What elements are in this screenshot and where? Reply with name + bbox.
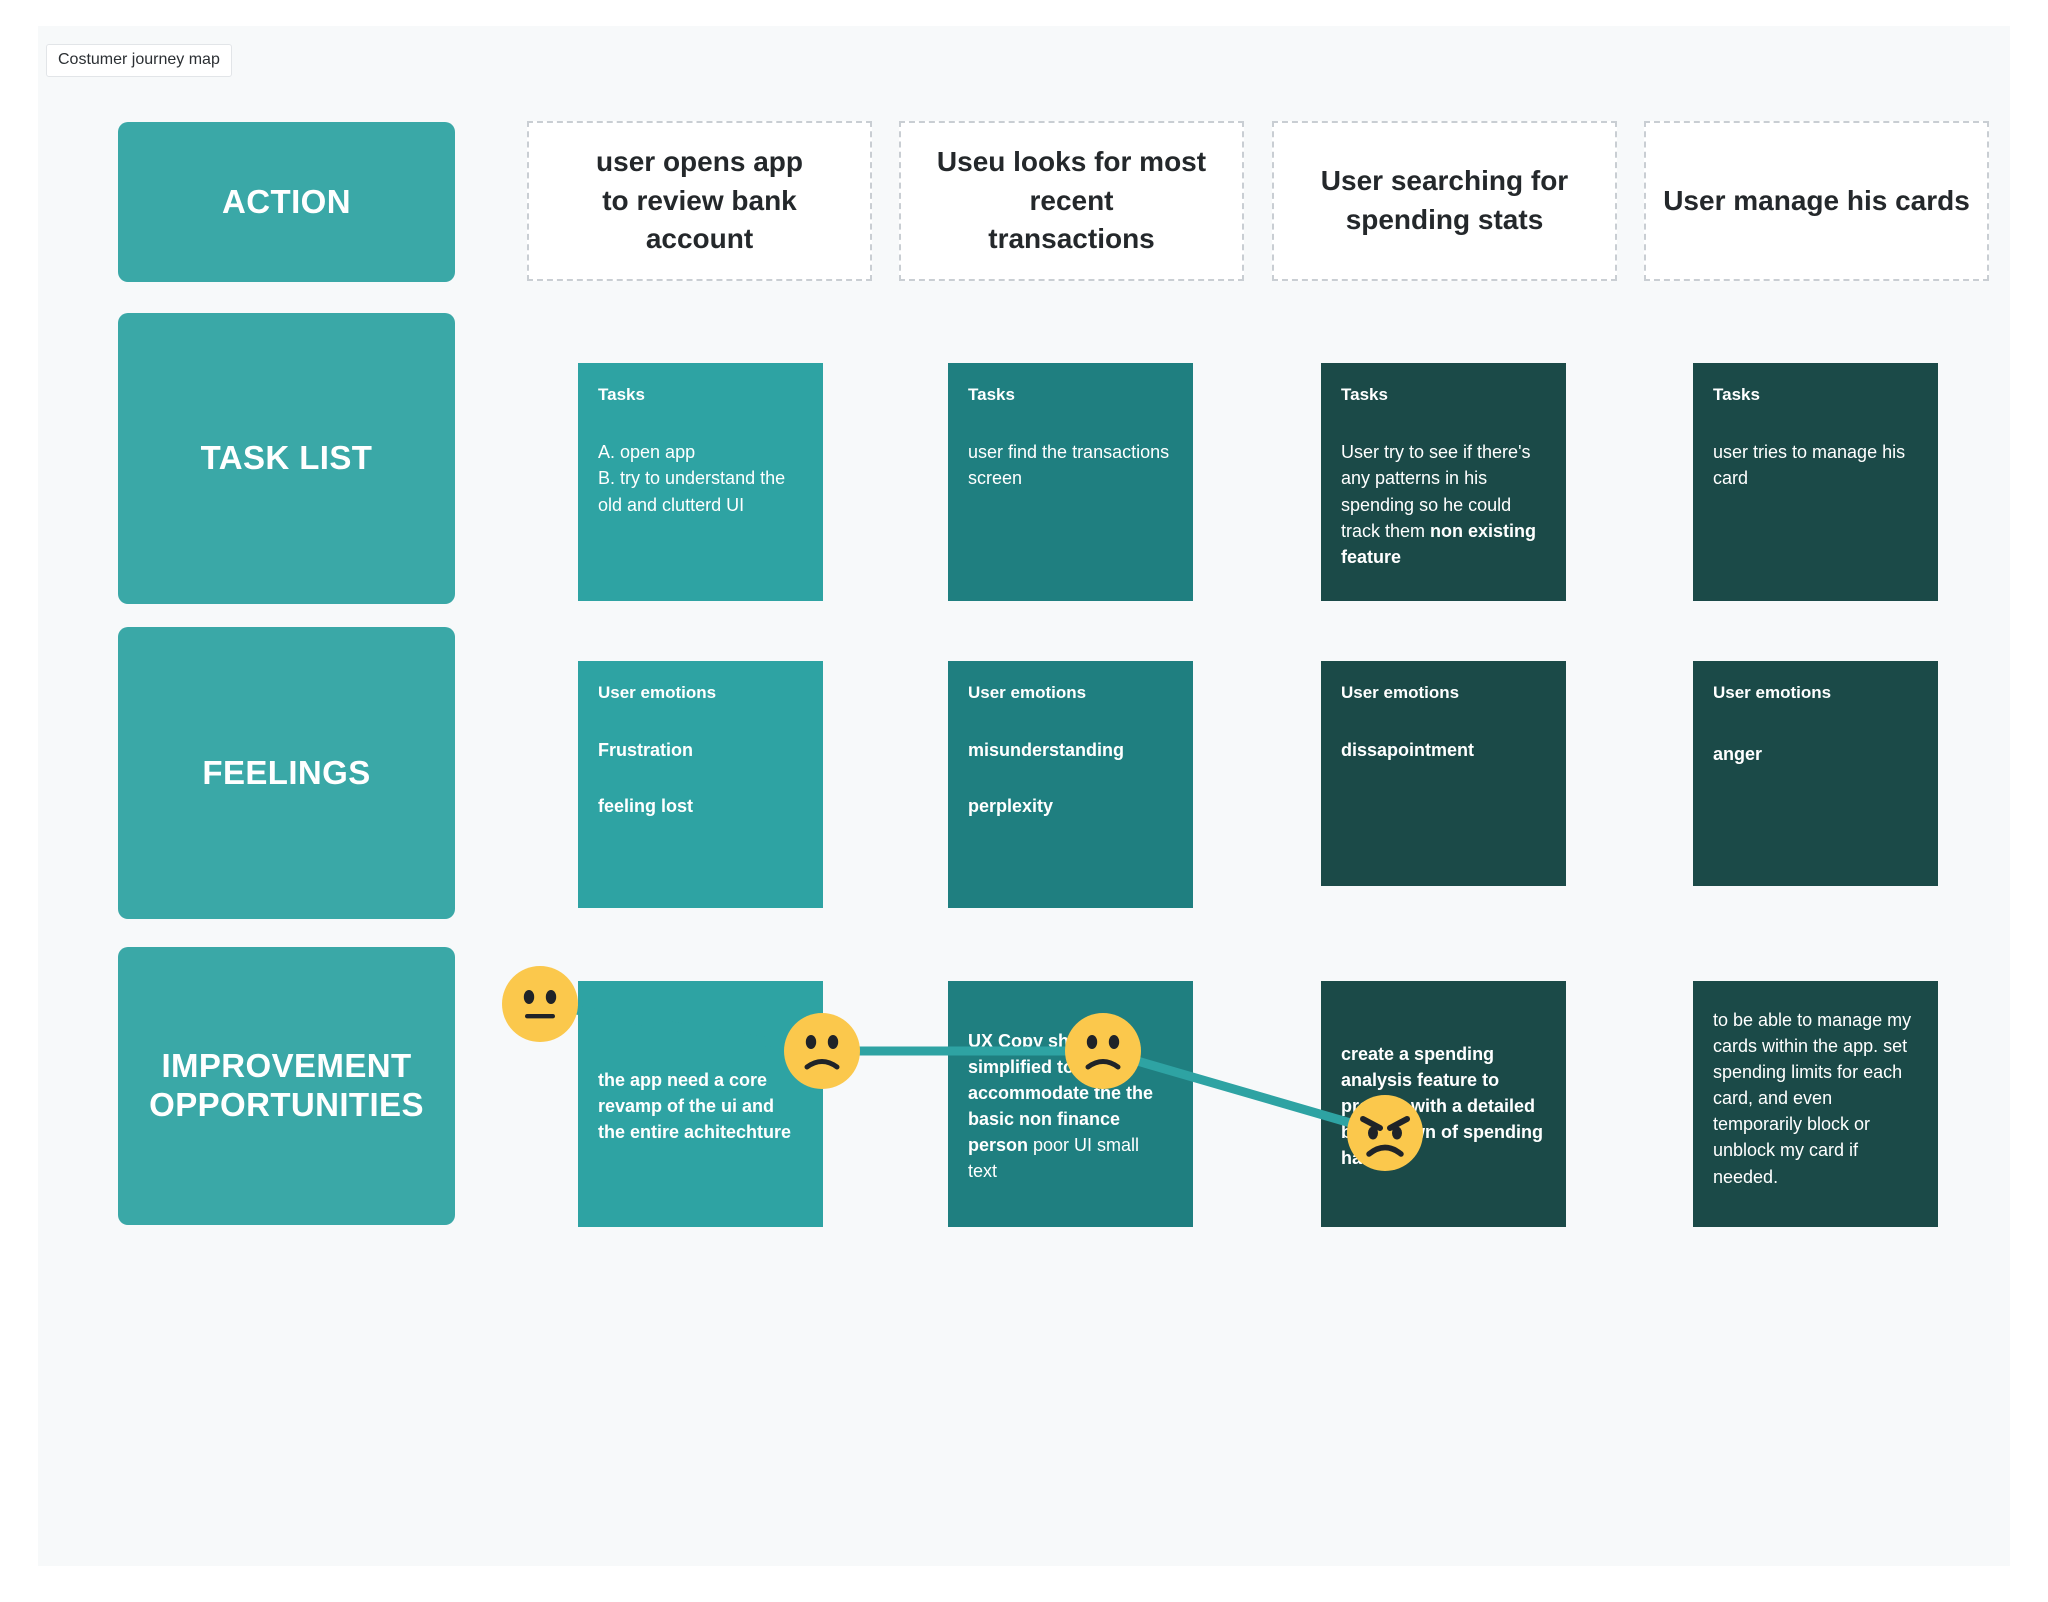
task-card-2-title: Tasks [968, 385, 1173, 405]
emoji-frowning-face-2 [1065, 1013, 1141, 1089]
improvement-card-1-body: the app need a core revamp of the ui and… [598, 1067, 803, 1145]
feelings-card-1[interactable]: User emotions Frustration feeling lost [578, 661, 823, 908]
task-card-4-title: Tasks [1713, 385, 1918, 405]
row-label-task-list[interactable]: TASK LIST [118, 313, 455, 604]
row-label-improvement-text: IMPROVEMENT OPPORTUNITIES [139, 1047, 434, 1125]
action-card-4-text: User manage his cards [1647, 182, 1986, 221]
board-title-chip[interactable]: Costumer journey map [46, 44, 232, 77]
feelings-card-3[interactable]: User emotions dissapointment [1321, 661, 1566, 886]
action-card-2[interactable]: Useu looks for most recent transactions [899, 121, 1244, 281]
feelings-card-1-title: User emotions [598, 683, 803, 703]
task-card-3-title: Tasks [1341, 385, 1546, 405]
row-label-feelings-text: FEELINGS [192, 754, 380, 793]
improvement-card-4[interactable]: to be able to manage my cards within the… [1693, 981, 1938, 1227]
feelings-card-1-emotion-1: Frustration [598, 737, 803, 763]
frowning-face-icon [784, 1013, 860, 1089]
action-card-2-text: Useu looks for most recent transactions [901, 143, 1242, 259]
action-card-3-text: User searching for spending stats [1305, 162, 1584, 239]
action-card-1[interactable]: user opens app to review bank account [527, 121, 872, 281]
action-card-1-text: user opens app to review bank account [529, 143, 870, 259]
neutral-face-icon [502, 966, 578, 1042]
task-card-1[interactable]: Tasks A. open app B. try to understand t… [578, 363, 823, 601]
task-card-2[interactable]: Tasks user find the transactions screen [948, 363, 1193, 601]
feelings-card-1-emotion-2: feeling lost [598, 793, 803, 819]
feelings-card-2[interactable]: User emotions misunderstanding perplexit… [948, 661, 1193, 908]
row-label-feelings[interactable]: FEELINGS [118, 627, 455, 919]
emoji-neutral-face [502, 966, 578, 1042]
action-card-3[interactable]: User searching for spending stats [1272, 121, 1617, 281]
task-card-3[interactable]: Tasks User try to see if there's any pat… [1321, 363, 1566, 601]
row-label-task-list-text: TASK LIST [191, 439, 383, 478]
feelings-card-2-emotion-2: perplexity [968, 793, 1173, 819]
row-label-action[interactable]: ACTION [118, 122, 455, 282]
task-card-1-title: Tasks [598, 385, 803, 405]
feelings-card-3-emotion-1: dissapointment [1341, 737, 1546, 763]
feelings-card-4-emotion-1: anger [1713, 741, 1918, 767]
row-label-action-text: ACTION [212, 183, 361, 222]
task-card-4-body: user tries to manage his card [1713, 439, 1918, 491]
emoji-frowning-face-1 [784, 1013, 860, 1089]
row-label-improvement-opportunities[interactable]: IMPROVEMENT OPPORTUNITIES [118, 947, 455, 1225]
feelings-card-3-title: User emotions [1341, 683, 1546, 703]
task-card-3-body: User try to see if there's any patterns … [1341, 439, 1546, 569]
feelings-card-4-title: User emotions [1713, 683, 1918, 703]
emoji-angry-face [1347, 1095, 1423, 1171]
improvement-card-4-body: to be able to manage my cards within the… [1713, 1007, 1918, 1190]
angry-face-icon [1347, 1095, 1423, 1171]
task-card-1-body: A. open app B. try to understand the old… [598, 439, 803, 517]
action-card-4[interactable]: User manage his cards [1644, 121, 1989, 281]
feelings-card-2-title: User emotions [968, 683, 1173, 703]
feelings-card-2-emotion-1: misunderstanding [968, 737, 1173, 763]
frowning-face-icon [1065, 1013, 1141, 1089]
journey-map-canvas: Costumer journey map ACTION TASK LIST FE… [38, 26, 2010, 1566]
feelings-card-4[interactable]: User emotions anger [1693, 661, 1938, 886]
task-card-2-body: user find the transactions screen [968, 439, 1173, 491]
task-card-4[interactable]: Tasks user tries to manage his card [1693, 363, 1938, 601]
